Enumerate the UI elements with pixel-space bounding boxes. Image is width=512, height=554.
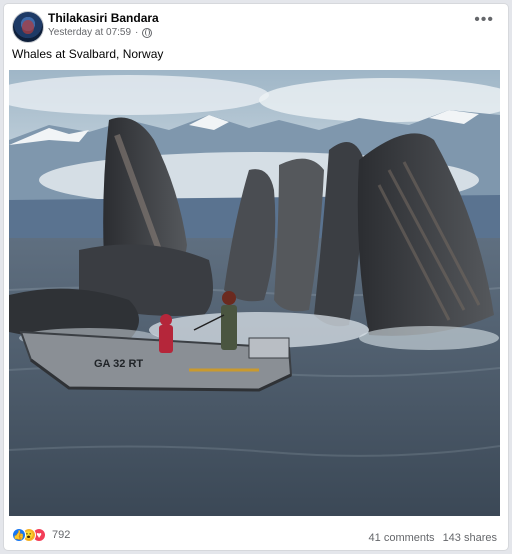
author-name[interactable]: Thilakasiri Bandara <box>48 11 159 25</box>
boat-registration: GA 32 RT <box>94 358 143 370</box>
post-stats: 41 comments 143 shares <box>369 532 497 544</box>
shares-count[interactable]: 143 shares <box>443 532 497 544</box>
like-icon: 👍 <box>12 528 26 542</box>
post-meta: Yesterday at 07:59 · <box>48 27 153 38</box>
whales-photo: GA 32 RT <box>9 70 500 516</box>
more-horizontal-icon[interactable]: ••• <box>474 12 494 28</box>
post-timestamp[interactable]: Yesterday at 07:59 <box>48 27 131 38</box>
post-footer: 👍 😮 ♥ 792 41 comments 143 shares <box>4 524 508 550</box>
globe-icon[interactable] <box>142 27 153 38</box>
comments-count[interactable]: 41 comments <box>369 532 435 544</box>
reaction-count[interactable]: 792 <box>52 529 70 541</box>
post-photo[interactable]: GA 32 RT <box>9 70 500 516</box>
post-caption: Whales at Svalbard, Norway <box>12 47 164 61</box>
author-avatar[interactable] <box>12 11 44 43</box>
post-header: Thilakasiri Bandara Yesterday at 07:59 ·… <box>4 4 508 68</box>
facebook-post: Thilakasiri Bandara Yesterday at 07:59 ·… <box>4 4 508 550</box>
reactions-summary[interactable]: 👍 😮 ♥ 792 <box>12 528 70 542</box>
